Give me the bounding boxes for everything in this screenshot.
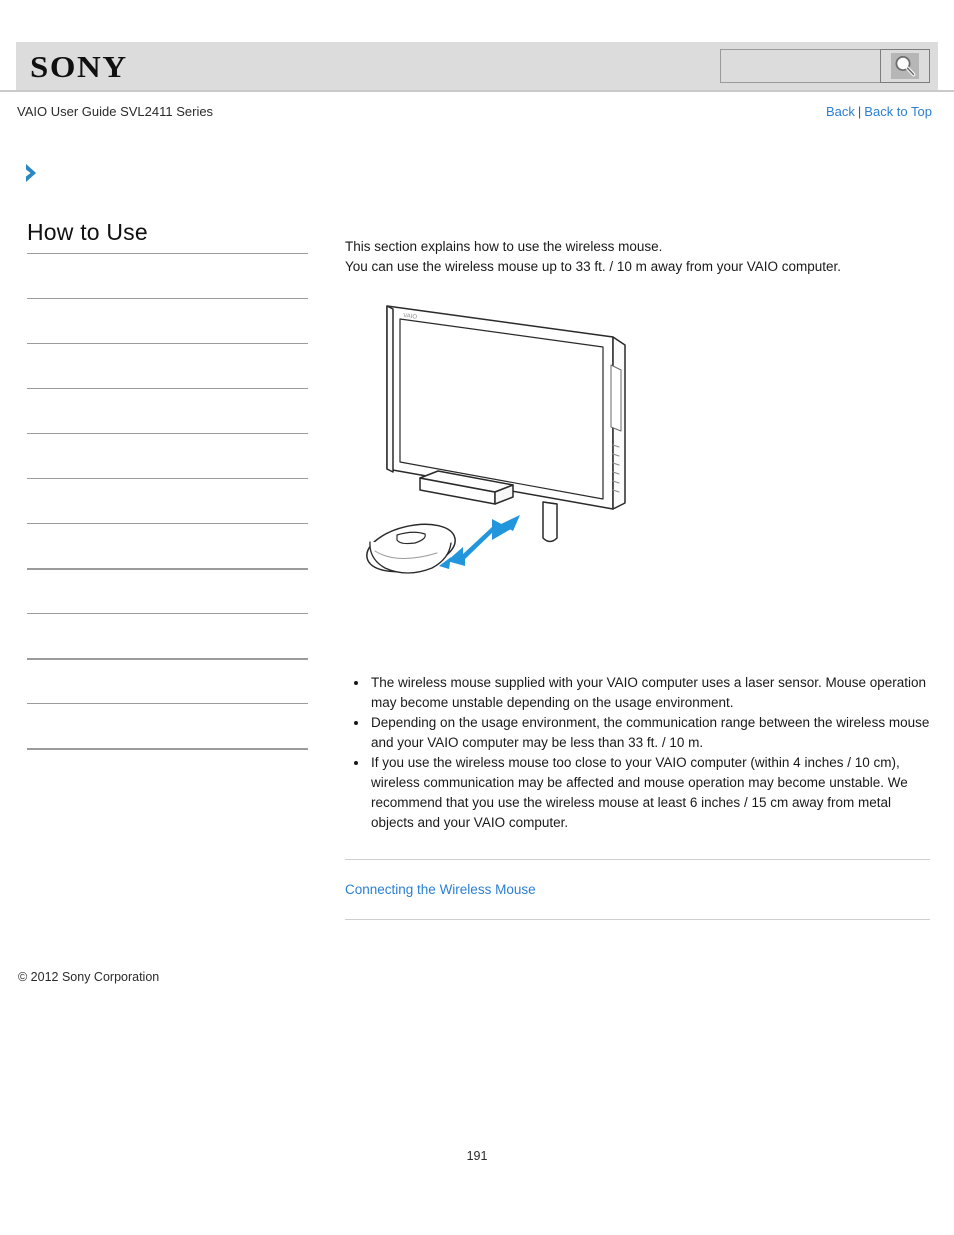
sidebar-item-9[interactable]	[27, 612, 308, 658]
breadcrumb: VAIO User Guide SVL2411 Series Back | Back…	[0, 101, 954, 121]
nav-separator: |	[857, 103, 862, 119]
intro-line-2: You can use the wireless mouse up to 33 …	[345, 259, 841, 274]
note-item: If you use the wireless mouse too close …	[345, 753, 930, 833]
sidebar-item-7[interactable]	[27, 522, 308, 568]
notes-list: The wireless mouse supplied with your VA…	[345, 673, 930, 833]
search-button[interactable]	[880, 49, 930, 83]
back-to-top-link[interactable]: Back to Top	[864, 104, 932, 119]
page-title: How to Use	[27, 219, 148, 245]
copyright-text: © 2012 Sony Corporation	[18, 970, 160, 984]
sony-logo: SONY	[30, 48, 128, 84]
guide-title: VAIO User Guide SVL2411 Series	[17, 103, 214, 119]
note-item: The wireless mouse supplied with your VA…	[345, 673, 930, 713]
note-item: Depending on the usage environment, the …	[345, 713, 930, 753]
header-band: SONY	[16, 42, 938, 90]
sidebar: How to Use	[27, 218, 308, 793]
sidebar-item-5[interactable]	[27, 432, 308, 478]
intro-line-1: This section explains how to use the wir…	[345, 239, 663, 254]
sidebar-item-12[interactable]	[27, 747, 308, 793]
sidebar-item-1[interactable]	[27, 252, 308, 298]
header-divider	[0, 90, 954, 92]
main-content: This section explains how to use the wir…	[345, 237, 930, 920]
page-number: 191	[466, 1149, 488, 1163]
header-nav-links: Back | Back to Top	[826, 104, 932, 119]
chevron-right-icon	[22, 164, 44, 189]
related-topic-link[interactable]: Connecting the Wireless Mouse	[345, 860, 930, 919]
back-link[interactable]: Back	[826, 104, 855, 119]
sidebar-item-10[interactable]	[27, 657, 308, 703]
search-input[interactable]	[720, 49, 880, 83]
search-icon	[891, 53, 919, 79]
sidebar-item-4[interactable]	[27, 387, 308, 433]
sidebar-item-8[interactable]	[27, 567, 308, 613]
wireless-mouse-range-illustration: VAIO	[345, 293, 645, 613]
related-section-divider-bottom	[345, 919, 930, 920]
sidebar-item-6[interactable]	[27, 477, 308, 523]
sidebar-nav-list	[27, 252, 308, 793]
breadcrumb-expand-toggle[interactable]	[22, 161, 62, 189]
search-area	[720, 49, 930, 83]
sidebar-item-11[interactable]	[27, 702, 308, 748]
sidebar-item-3[interactable]	[27, 342, 308, 388]
sidebar-item-2[interactable]	[27, 297, 308, 343]
